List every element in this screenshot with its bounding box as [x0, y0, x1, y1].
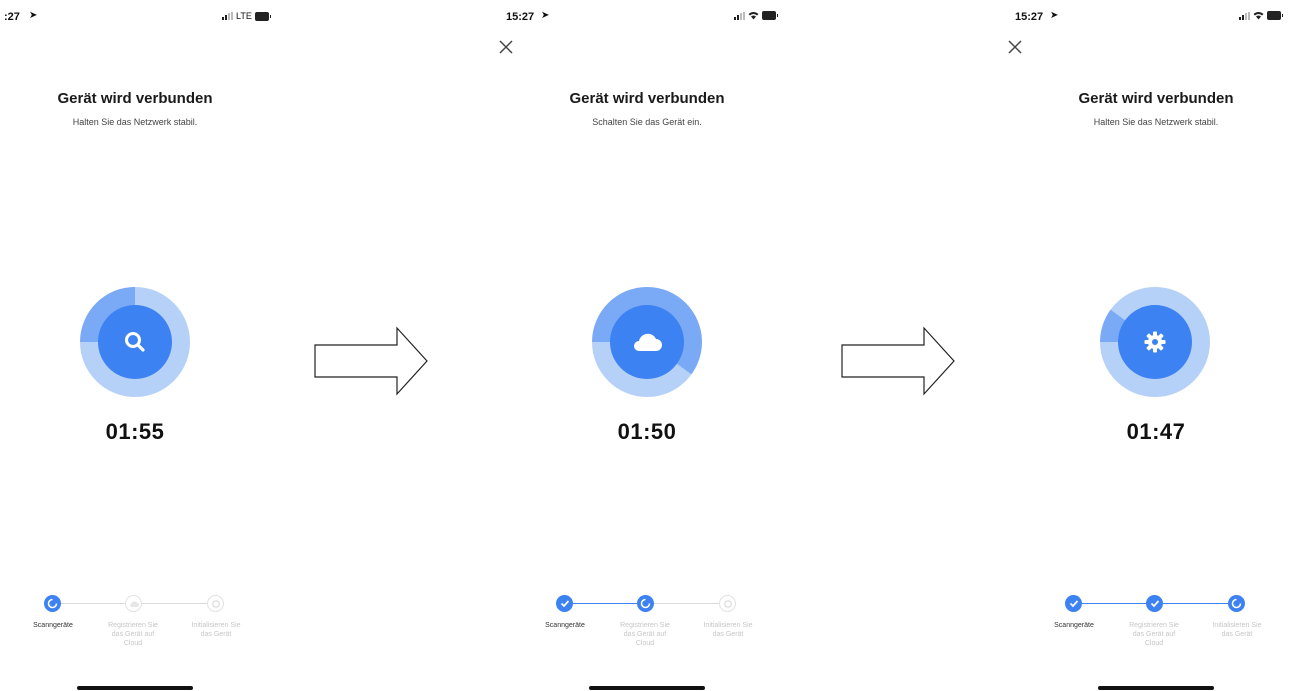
cloud-icon	[634, 333, 662, 351]
ring-center	[1118, 305, 1192, 379]
cellular-signal-icon	[1239, 11, 1250, 20]
step-2-dot	[637, 595, 654, 612]
step-3-label: Initialisieren Sie das Gerät	[703, 622, 753, 638]
check-icon	[1069, 600, 1078, 608]
countdown-timer: 01:55	[105, 419, 165, 444]
page-subtitle: Halten Sie das Netzwerk stabil.	[72, 117, 198, 127]
check-icon	[560, 600, 569, 608]
page-title: Gerät wird verbunden	[1078, 90, 1234, 107]
spinner-icon	[47, 598, 58, 609]
step-1-label: Scanngeräte	[33, 622, 73, 629]
home-indicator[interactable]	[77, 686, 193, 690]
step-2-label: Registrieren Sie das Gerät auf Cloud	[620, 622, 670, 647]
phone-screen-1: :27 LTE Gerät wird verbunden Halten Sie …	[0, 0, 271, 691]
close-icon[interactable]	[497, 38, 515, 56]
home-indicator[interactable]	[589, 686, 705, 690]
step-3-label: Initialisieren Sie das Gerät	[1212, 622, 1262, 638]
step-indicator: Scanngeräte Registrieren Sie das Gerät a…	[1046, 594, 1266, 664]
progress-ring	[80, 287, 190, 397]
page-subtitle: Halten Sie das Netzwerk stabil.	[1093, 117, 1219, 127]
step-3-dot	[1228, 595, 1245, 612]
location-arrow-icon: ➤	[29, 10, 38, 21]
page-title: Gerät wird verbunden	[57, 90, 213, 107]
step-2-label: Registrieren Sie das Gerät auf Cloud	[108, 622, 158, 647]
countdown-timer: 01:50	[617, 419, 677, 444]
status-time: 15:27	[1015, 11, 1044, 23]
status-indicators	[1239, 11, 1283, 20]
location-arrow-icon: ➤	[1050, 10, 1059, 21]
check-icon	[1150, 600, 1159, 608]
step-3-label: Initialisieren Sie das Gerät	[191, 622, 241, 638]
step-connector	[53, 603, 125, 604]
phone-screen-3: 15:27 ➤ Gerät wird verbunden Halten Sie …	[1008, 0, 1291, 691]
step-connector	[654, 603, 726, 604]
countdown-timer: 01:47	[1126, 419, 1186, 444]
gear-outline-icon	[211, 599, 220, 608]
wifi-icon	[748, 12, 759, 20]
status-time: 15:27	[506, 11, 535, 23]
cloud-outline-icon	[129, 600, 139, 607]
step-3-dot	[719, 595, 736, 612]
status-indicators	[734, 11, 778, 20]
gear-outline-icon	[723, 599, 732, 608]
home-indicator[interactable]	[1098, 686, 1214, 690]
step-2-label: Registrieren Sie das Gerät auf Cloud	[1129, 622, 1179, 647]
step-indicator: Scanngeräte Registrieren Sie das Gerät a…	[537, 594, 757, 664]
spinner-icon	[640, 598, 651, 609]
network-type: LTE	[236, 11, 252, 21]
step-indicator: Scanngeräte Registrieren Sie das Gerät a…	[25, 594, 245, 664]
progress-ring	[592, 287, 702, 397]
step-connector	[1163, 603, 1235, 604]
flow-arrow-icon	[314, 326, 428, 396]
ring-center	[98, 305, 172, 379]
step-2-dot	[125, 595, 142, 612]
step-1-dot	[556, 595, 573, 612]
page-title: Gerät wird verbunden	[569, 90, 725, 107]
step-3-dot	[207, 595, 224, 612]
battery-icon	[1267, 11, 1283, 20]
status-time: :27	[4, 11, 20, 23]
status-indicators: LTE	[222, 11, 271, 21]
wifi-icon	[1253, 12, 1264, 20]
progress-ring	[1100, 287, 1210, 397]
spinner-icon	[1231, 598, 1242, 609]
location-arrow-icon: ➤	[541, 10, 550, 21]
step-1-label: Scanngeräte	[1054, 622, 1094, 629]
cellular-signal-icon	[222, 12, 233, 20]
gear-icon	[1144, 331, 1166, 353]
page-subtitle: Schalten Sie das Gerät ein.	[592, 117, 702, 127]
flow-arrow-icon	[841, 326, 955, 396]
step-connector	[565, 603, 637, 604]
battery-icon	[254, 11, 271, 21]
step-2-dot	[1146, 595, 1163, 612]
step-1-dot	[1065, 595, 1082, 612]
step-1-dot	[44, 595, 61, 612]
cellular-signal-icon	[734, 11, 745, 20]
ring-center	[610, 305, 684, 379]
battery-icon	[762, 11, 778, 20]
close-icon[interactable]	[1006, 38, 1024, 56]
step-connector	[1074, 603, 1146, 604]
step-1-label: Scanngeräte	[545, 622, 585, 629]
step-connector	[142, 603, 214, 604]
phone-screen-2: 15:27 ➤ Gerät wird verbunden Schalten Si…	[499, 0, 782, 691]
search-icon	[125, 332, 145, 352]
